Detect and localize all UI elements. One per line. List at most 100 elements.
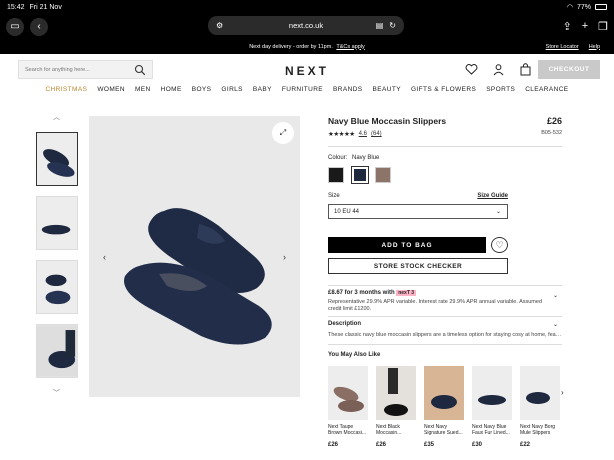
store-locator-link[interactable]: Store Locator bbox=[546, 44, 579, 50]
nav-item-sports[interactable]: SPORTS bbox=[486, 86, 515, 98]
swatch-black[interactable] bbox=[328, 167, 344, 183]
product-info: Navy Blue Moccasin Slippers £26 B05-532 … bbox=[328, 116, 564, 448]
reload-icon[interactable]: ↻ bbox=[389, 21, 396, 30]
site-settings-icon[interactable]: ⚙ bbox=[216, 21, 223, 30]
rec-name: Next Navy Borg Mule Slippers bbox=[520, 424, 556, 436]
store-stock-checker-button[interactable]: STORE STOCK CHECKER bbox=[328, 258, 508, 274]
nav-item-baby[interactable]: BABY bbox=[253, 86, 272, 98]
battery-icon bbox=[595, 4, 607, 10]
nav-item-clearance[interactable]: CLEARANCE bbox=[525, 86, 568, 98]
slipper-illustration bbox=[89, 116, 300, 397]
image-prev-arrow-icon[interactable]: ‹ bbox=[103, 252, 106, 262]
size-selected-value: 10 EU 44 bbox=[334, 208, 360, 215]
favourite-heart-button-icon[interactable]: ♡ bbox=[491, 237, 508, 253]
nav-item-home[interactable]: HOME bbox=[161, 86, 182, 98]
colour-value: Navy Blue bbox=[352, 155, 380, 161]
rec-name: Next Navy Signature Sued... bbox=[424, 424, 463, 436]
rec-price: £30 bbox=[472, 442, 483, 448]
nav-item-beauty[interactable]: BEAUTY bbox=[373, 86, 401, 98]
swatch-taupe[interactable] bbox=[375, 167, 391, 183]
rec-item[interactable]: Next Navy Signature Sued... £35 bbox=[424, 366, 464, 448]
rec-image bbox=[472, 366, 512, 420]
promo-terms-link[interactable]: T&Cs apply bbox=[336, 44, 364, 50]
account-icon[interactable] bbox=[492, 63, 505, 76]
finance-title: £8.67 for 3 months with bbox=[328, 290, 395, 296]
rec-image bbox=[328, 366, 368, 420]
sidebar-toggle-icon[interactable]: ▭ bbox=[6, 17, 24, 36]
image-next-arrow-icon[interactable]: › bbox=[283, 252, 286, 262]
rec-name: Next Navy Blue Faux Fur Lined... bbox=[472, 424, 510, 436]
address-bar[interactable]: ⚙ next.co.uk ▤ ↻ bbox=[208, 16, 404, 35]
rating-value[interactable]: 4.6 bbox=[359, 131, 367, 137]
checkout-button[interactable]: CHECKOUT bbox=[538, 60, 600, 79]
description-text: These classic navy blue moccasin slipper… bbox=[328, 332, 562, 338]
product-title: Navy Blue Moccasin Slippers bbox=[328, 116, 447, 126]
browser-toolbar: ▭ ‹ ⚙ next.co.uk ▤ ↻ ⇪ + ❐ bbox=[0, 14, 614, 39]
share-icon[interactable]: ⇪ bbox=[562, 20, 571, 33]
divider bbox=[328, 146, 562, 147]
finance-brand-badge: nexT 3 bbox=[396, 290, 417, 296]
thumbnail-1[interactable] bbox=[36, 132, 78, 186]
rec-item[interactable]: Next Taupe Brown Moccasi... £26 bbox=[328, 366, 368, 448]
nav-item-men[interactable]: MEN bbox=[135, 86, 151, 98]
finance-offer[interactable]: £8.67 for 3 months with nexT 3 ⌄ Represe… bbox=[328, 290, 562, 313]
product-price: £26 bbox=[546, 116, 562, 126]
favourites-heart-icon[interactable] bbox=[465, 63, 478, 76]
main-nav: CHRISTMAS WOMEN MEN HOME BOYS GIRLS BABY… bbox=[0, 86, 614, 98]
rec-price: £35 bbox=[424, 442, 435, 448]
thumbnail-4[interactable] bbox=[36, 324, 78, 378]
help-link[interactable]: Help bbox=[589, 44, 600, 50]
back-icon[interactable]: ‹ bbox=[30, 17, 48, 36]
status-time: 15:42 bbox=[7, 3, 25, 11]
description-chevron-icon[interactable]: ⌄ bbox=[553, 321, 558, 328]
nav-item-boys[interactable]: BOYS bbox=[192, 86, 212, 98]
main-product-image[interactable]: ‹ › ⤢ bbox=[89, 116, 300, 397]
rec-price: £26 bbox=[328, 442, 339, 448]
review-count[interactable]: (64) bbox=[371, 131, 382, 137]
new-tab-icon[interactable]: + bbox=[582, 20, 588, 33]
rec-item[interactable]: Next Black Moccasin... £26 bbox=[376, 366, 416, 448]
swatch-navy-selected[interactable] bbox=[351, 166, 369, 184]
thumbnails-up-chevron-icon[interactable]: ︿ bbox=[53, 112, 60, 122]
size-label: Size bbox=[328, 193, 340, 199]
nav-item-furniture[interactable]: FURNITURE bbox=[282, 86, 323, 98]
rec-image bbox=[424, 366, 464, 420]
finance-chevron-icon[interactable]: ⌄ bbox=[553, 292, 558, 299]
chevron-down-icon: ⌄ bbox=[495, 209, 501, 215]
colour-label-row: Colour: Navy Blue bbox=[328, 155, 379, 161]
rec-image bbox=[376, 366, 416, 420]
thumbnail-2[interactable] bbox=[36, 196, 78, 250]
rec-item[interactable]: Next Navy Borg Mule Slippers £22 bbox=[520, 366, 560, 448]
reader-icon[interactable]: ▤ bbox=[376, 21, 384, 30]
add-to-bag-button[interactable]: ADD TO BAG bbox=[328, 237, 486, 253]
thumbnails-down-chevron-icon[interactable]: ﹀ bbox=[53, 388, 60, 398]
nav-item-gifts-flowers[interactable]: GIFTS & FLOWERS bbox=[411, 86, 476, 98]
thumbnail-3[interactable] bbox=[36, 260, 78, 314]
zoom-expand-icon[interactable]: ⤢ bbox=[272, 122, 294, 144]
divider bbox=[328, 344, 562, 345]
promo-message: Next day delivery - order by 11pm. bbox=[249, 43, 333, 50]
size-select[interactable]: 10 EU 44 ⌄ bbox=[328, 204, 508, 219]
divider bbox=[328, 316, 562, 317]
rec-price: £22 bbox=[520, 442, 531, 448]
carousel-next-arrow-icon[interactable]: › bbox=[561, 388, 564, 397]
recommendations-carousel: Next Taupe Brown Moccasi... £26 Next Bla… bbox=[328, 366, 568, 458]
rating-stars-icon: ★★★★★ bbox=[328, 131, 355, 138]
rec-name: Next Black Moccasin... bbox=[376, 424, 402, 436]
finance-detail: Representative 29.9% APR variable. Inter… bbox=[328, 299, 543, 312]
you-may-also-like-title: You May Also Like bbox=[328, 352, 381, 358]
description-title[interactable]: Description bbox=[328, 321, 361, 327]
bag-icon[interactable] bbox=[519, 63, 532, 76]
nav-item-women[interactable]: WOMEN bbox=[97, 86, 125, 98]
divider bbox=[328, 285, 562, 286]
size-guide-link[interactable]: Size Guide bbox=[477, 193, 508, 199]
nav-item-girls[interactable]: GIRLS bbox=[221, 86, 243, 98]
product-rating[interactable]: ★★★★★ 4.6 (64) bbox=[328, 130, 562, 138]
rec-item[interactable]: Next Navy Blue Faux Fur Lined... £30 bbox=[472, 366, 512, 448]
nav-item-christmas[interactable]: CHRISTMAS bbox=[45, 86, 87, 98]
wifi-icon: ◠ bbox=[566, 4, 573, 11]
promo-bar: Next day delivery - order by 11pm. T&Cs … bbox=[0, 39, 614, 54]
status-bar: 15:42 Fri 21 Nov ◠ 77% bbox=[0, 0, 614, 14]
tabs-icon[interactable]: ❐ bbox=[598, 20, 608, 33]
nav-item-brands[interactable]: BRANDS bbox=[333, 86, 363, 98]
